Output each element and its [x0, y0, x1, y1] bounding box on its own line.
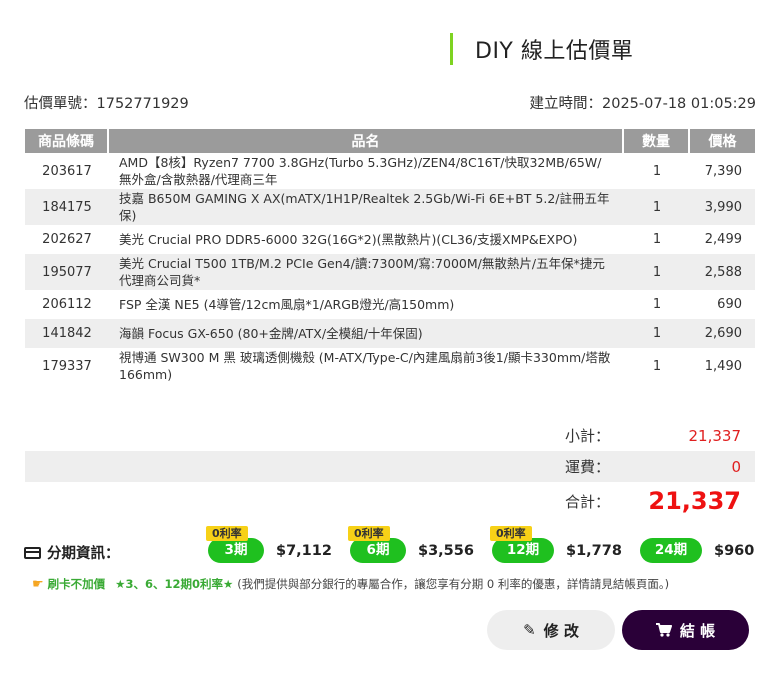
installment-period-pill: 0利率 6期: [348, 526, 406, 563]
totals-table: 小計： 21,337 運費： 0 合計： 21,337: [25, 420, 755, 520]
note-details: (我們提供與部分銀行的專屬合作，讓您享有分期 0 利率的優惠，詳情請見結帳頁面。…: [237, 577, 670, 591]
table-row: 195077 美光 Crucial T500 1TB/M.2 PCIe Gen4…: [25, 254, 755, 290]
item-qty: 1: [624, 189, 690, 225]
item-name[interactable]: 海韻 Focus GX-650 (80+金牌/ATX/全模組/十年保固): [109, 319, 624, 348]
pencil-icon: ✎: [523, 621, 536, 639]
installment-amount: $1,778: [566, 542, 622, 559]
item-code: 206112: [42, 297, 92, 312]
table-header-row: 商品條碼 品名 數量 價格: [25, 129, 755, 153]
quote-items-table: 商品條碼 品名 數量 價格 203617 AMD【8核】Ryzen7 7700 …: [25, 129, 755, 384]
installment-period-pill: 24期: [640, 538, 702, 563]
item-code: 184175: [25, 189, 109, 225]
item-price: 7,390: [704, 163, 742, 179]
item-qty: 1: [624, 254, 690, 290]
item-qty: 1: [624, 319, 690, 348]
zero-interest-badge: 0利率: [348, 526, 390, 541]
shipping-row: 運費： 0: [25, 451, 755, 482]
item-name[interactable]: AMD【8核】Ryzen7 7700 3.8GHz(Turbo 5.3GHz)/…: [109, 153, 624, 189]
item-name[interactable]: 美光 Crucial PRO DDR5-6000 32G(16G*2)(黑散熱片…: [109, 225, 624, 254]
item-price: 2,690: [690, 319, 755, 348]
table-row: 203617 AMD【8核】Ryzen7 7700 3.8GHz(Turbo 5…: [25, 153, 755, 189]
edit-button[interactable]: ✎ 修 改: [487, 610, 615, 650]
item-qty: 1: [652, 163, 662, 179]
created-time: 建立時間：2025-07-18 01:05:29: [530, 92, 757, 113]
title-accent-bar: [450, 33, 453, 65]
total-row: 合計： 21,337: [25, 482, 755, 520]
table-row: 202627 美光 Crucial PRO DDR5-6000 32G(16G*…: [25, 225, 755, 254]
zero-interest-badge: 0利率: [206, 526, 248, 541]
note-no-surcharge: 刷卡不加價: [47, 577, 106, 591]
item-price: 2,588: [690, 254, 755, 290]
total-value: 21,337: [648, 487, 741, 515]
shipping-label: 運費：: [25, 451, 610, 482]
installment-label-group: 分期資訊：: [24, 542, 120, 563]
subtotal-value: 21,337: [688, 426, 742, 445]
item-qty: 1: [652, 232, 662, 247]
installment-label: 分期資訊：: [47, 546, 120, 562]
item-name[interactable]: 美光 Crucial T500 1TB/M.2 PCIe Gen4/讀:7300…: [109, 254, 624, 290]
installment-plan-24[interactable]: 24期 $960: [640, 538, 754, 563]
item-qty: 1: [652, 297, 662, 312]
item-code: 203617: [42, 163, 92, 179]
pointing-hand-icon: ☛: [32, 576, 44, 592]
note-zero-interest: ★3、6、12期0利率★: [115, 577, 234, 591]
item-name[interactable]: 技嘉 B650M GAMING X AX(mATX/1H1P/Realtek 2…: [109, 189, 624, 225]
quote-number-label: 估價單號：: [24, 96, 97, 112]
item-name[interactable]: FSP 全漢 NE5 (4導管/12cm風扇*1/ARGB燈光/高150mm): [109, 290, 624, 319]
installment-period-pill: 0利率 3期: [206, 526, 264, 563]
page-title: DIY 線上估價單: [475, 39, 634, 64]
installment-plan-12[interactable]: 0利率 12期 $1,778: [490, 526, 622, 563]
installment-info: 分期資訊： 0利率 3期 $7,112 0利率 6期 $3,556 0利率 12…: [24, 526, 760, 566]
installment-period: 3期: [224, 542, 248, 558]
item-code: 141842: [25, 319, 109, 348]
created-time-label: 建立時間：: [529, 96, 603, 112]
column-header-qty: 數量: [624, 129, 690, 153]
installment-plan-3[interactable]: 0利率 3期 $7,112: [206, 526, 332, 563]
item-code: 179337: [42, 358, 92, 374]
installment-period-pill: 0利率 12期: [490, 526, 554, 563]
cart-icon: [655, 623, 672, 637]
item-price: 3,990: [690, 189, 755, 225]
column-header-name: 品名: [109, 129, 624, 153]
installment-period: 6期: [366, 542, 390, 558]
item-price: 1,490: [704, 358, 742, 374]
item-name[interactable]: 視博通 SW300 M 黑 玻璃透側機殼 (M-ATX/Type-C/內建風扇前…: [109, 348, 624, 384]
installment-period: 12期: [506, 542, 540, 558]
page-header: DIY 線上估價單: [450, 33, 633, 65]
shipping-value: 0: [610, 451, 755, 482]
subtotal-row: 小計： 21,337: [25, 420, 755, 451]
item-price: 2,499: [704, 232, 742, 247]
subtotal-label: 小計：: [564, 427, 610, 445]
total-label: 合計：: [564, 492, 610, 511]
installment-amount: $960: [714, 542, 755, 559]
item-code: 202627: [42, 232, 92, 247]
installment-amount: $7,112: [276, 542, 332, 559]
checkout-button[interactable]: 結 帳: [622, 610, 749, 650]
item-code: 195077: [25, 254, 109, 290]
zero-interest-badge: 0利率: [490, 526, 532, 541]
column-header-code: 商品條碼: [25, 129, 109, 153]
credit-card-icon: [24, 546, 41, 559]
installment-note: ☛ 刷卡不加價 ★3、6、12期0利率★ (我們提供與部分銀行的專屬合作，讓您享…: [32, 576, 669, 592]
table-row: 179337 視博通 SW300 M 黑 玻璃透側機殼 (M-ATX/Type-…: [25, 348, 755, 384]
installment-amount: $3,556: [418, 542, 474, 559]
edit-button-label: 修 改: [543, 621, 579, 640]
quote-number-value: 1752771929: [96, 96, 189, 112]
table-row: 141842 海韻 Focus GX-650 (80+金牌/ATX/全模組/十年…: [25, 319, 755, 348]
installment-period: 24期: [654, 542, 688, 558]
table-row: 206112 FSP 全漢 NE5 (4導管/12cm風扇*1/ARGB燈光/高…: [25, 290, 755, 319]
column-header-price: 價格: [690, 129, 755, 153]
table-row: 184175 技嘉 B650M GAMING X AX(mATX/1H1P/Re…: [25, 189, 755, 225]
installment-plan-6[interactable]: 0利率 6期 $3,556: [348, 526, 474, 563]
item-price: 690: [717, 297, 742, 312]
created-time-value: 2025-07-18 01:05:29: [602, 96, 756, 112]
checkout-button-label: 結 帳: [679, 621, 716, 640]
quote-number: 估價單號：1752771929: [24, 92, 189, 113]
item-qty: 1: [652, 358, 662, 374]
